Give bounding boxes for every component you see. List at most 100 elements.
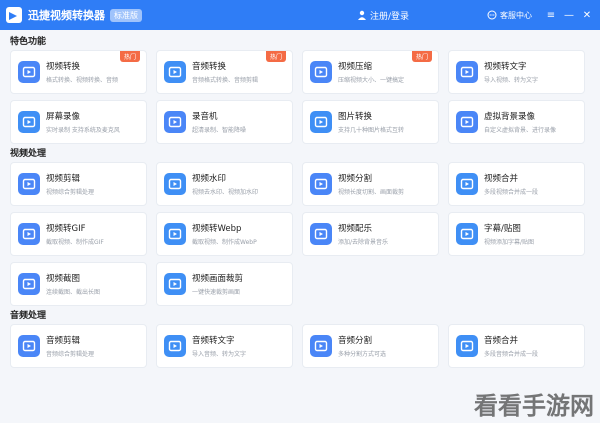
feature-title: 视频配乐 (338, 224, 373, 234)
app-logo-icon (6, 7, 22, 23)
menu-icon[interactable]: ≡ (544, 8, 558, 22)
feature-title: 音频分割 (338, 336, 373, 346)
feature-card[interactable]: 音频转文字 导入音频、转为文字 (156, 324, 293, 368)
feature-desc: 连续截图、截出长图 (46, 289, 101, 296)
watermark-text: 看看手游网 (474, 391, 594, 420)
feature-card[interactable]: 视频截图连续截图、截出长图 (10, 262, 147, 306)
feature-text: 视频配乐添加/去除背景音乐 (338, 222, 388, 246)
feature-grid: 视频剪辑视频综合剪辑处理 视频水印 视频去水印、视频加水印 视频分割视频长度切割、画面… (10, 162, 590, 306)
minimize-icon[interactable]: — (562, 8, 576, 22)
feature-title: 视频转GIF (46, 224, 86, 234)
feature-card[interactable]: 音频合并 多段音频合并成一段 (448, 324, 585, 368)
feature-title: 视频剪辑 (46, 174, 81, 184)
audio-merge-icon (456, 335, 478, 357)
feature-card[interactable]: 音频剪辑音频综合剪辑处理 (10, 324, 147, 368)
hot-badge: 热门 (265, 51, 286, 62)
video-merge-icon (456, 173, 478, 195)
user-icon (357, 10, 366, 20)
feature-title: 视频分割 (338, 174, 373, 184)
feature-desc: 格式转换、视频转换、音频 (46, 77, 119, 84)
feature-title: 视频水印 (192, 174, 227, 184)
chat-icon (487, 10, 497, 20)
feature-desc: 截取视频、制作成GIF (46, 239, 104, 246)
feature-title: 虚拟背景录像 (484, 112, 536, 122)
feature-desc: 一键快速裁剪画面 (192, 289, 241, 296)
edition-badge: 标准版 (110, 8, 142, 22)
feature-text: 视频水印 视频去水印、视频加水印 (192, 172, 258, 196)
feature-title: 音频转文字 (192, 336, 235, 346)
feature-card[interactable]: 字幕/贴图 视频添加字幕/贴图 (448, 212, 585, 256)
feature-card[interactable]: 录音机 超清录制、智能降噪 (156, 100, 293, 144)
feature-text: 视频画面裁剪 一键快速裁剪画面 (192, 272, 243, 296)
feature-card[interactable]: 音频分割 多种分割方式可选 (302, 324, 439, 368)
feature-card[interactable]: 虚拟背景录像自定义虚拟背景、进行录像 (448, 100, 585, 144)
recorder-icon (164, 111, 186, 133)
feature-title: 视频转换 (46, 62, 81, 72)
feature-title: 图片转换 (338, 112, 373, 122)
feature-card[interactable]: 视频剪辑视频综合剪辑处理 (10, 162, 147, 206)
feature-desc: 超清录制、智能降噪 (192, 127, 247, 134)
feature-title: 视频合并 (484, 174, 519, 184)
feature-text: 视频剪辑视频综合剪辑处理 (46, 172, 94, 196)
audio-split-icon (310, 335, 332, 357)
feature-title: 视频截图 (46, 274, 81, 284)
video-convert-icon (18, 61, 40, 83)
feature-card[interactable]: 视频合并多段视频合并成一段 (448, 162, 585, 206)
video-split-icon (310, 173, 332, 195)
support-button[interactable]: 客服中心 (487, 10, 532, 21)
feature-desc: 视频长度切割、画面裁剪 (338, 189, 405, 196)
feature-card[interactable]: 图片转换支持几十种图片格式互转 (302, 100, 439, 144)
feature-card[interactable]: 音频转换 音频格式转换、音频剪辑 热门 (156, 50, 293, 94)
feature-text: 音频转换 音频格式转换、音频剪辑 (192, 60, 258, 84)
feature-card[interactable]: 屏幕录像 实时录制 支持系统及麦克风 (10, 100, 147, 144)
app-window: 迅捷视频转换器 标准版 注册/登录 客服中心 ≡ — ✕ 特色功能 视频转换 格式转… (0, 0, 600, 423)
watermark-icon (164, 173, 186, 195)
feature-desc: 添加/去除背景音乐 (338, 239, 389, 246)
hot-badge: 热门 (411, 51, 432, 62)
feature-title: 视频画面裁剪 (192, 274, 244, 284)
feature-desc: 视频综合剪辑处理 (46, 189, 95, 196)
support-label: 客服中心 (500, 10, 532, 20)
feature-desc: 自定义虚拟背景、进行录像 (484, 127, 557, 134)
feature-text: 音频转文字 导入音频、转为文字 (192, 334, 246, 358)
feature-desc: 音频综合剪辑处理 (46, 351, 95, 358)
feature-text: 音频分割 多种分割方式可选 (338, 334, 386, 358)
feature-desc: 压缩视频大小、一键搞定 (338, 77, 405, 84)
feature-desc: 支持几十种图片格式互转 (338, 127, 405, 134)
feature-desc: 多段视频合并成一段 (484, 189, 539, 196)
feature-card[interactable]: 视频转Webp 截取视频、制作成WebP (156, 212, 293, 256)
feature-text: 字幕/贴图 视频添加字幕/贴图 (484, 222, 534, 246)
feature-card[interactable]: 视频压缩 压缩视频大小、一键搞定 热门 (302, 50, 439, 94)
audio-convert-icon (164, 61, 186, 83)
login-button[interactable]: 注册/登录 (357, 9, 409, 22)
feature-card[interactable]: 视频分割视频长度切割、画面裁剪 (302, 162, 439, 206)
section-title: 音频处理 (10, 311, 47, 321)
feature-text: 视频截图连续截图、截出长图 (46, 272, 100, 296)
feature-title: 字幕/贴图 (484, 224, 521, 234)
feature-text: 虚拟背景录像自定义虚拟背景、进行录像 (484, 110, 556, 134)
close-icon[interactable]: ✕ (580, 8, 594, 22)
video-compress-icon (310, 61, 332, 83)
feature-desc: 实时录制 支持系统及麦克风 (46, 127, 120, 134)
feature-card[interactable]: 视频水印 视频去水印、视频加水印 (156, 162, 293, 206)
app-title: 迅捷视频转换器 (28, 9, 105, 22)
feature-text: 音频合并 多段音频合并成一段 (484, 334, 538, 358)
crop-icon (164, 273, 186, 295)
feature-text: 录音机 超清录制、智能降噪 (192, 110, 246, 134)
feature-title: 视频转Webp (192, 224, 242, 234)
feature-title: 音频剪辑 (46, 336, 81, 346)
feature-card[interactable]: 视频转GIF 截取视频、制作成GIF (10, 212, 147, 256)
feature-card[interactable]: 视频画面裁剪 一键快速裁剪画面 (156, 262, 293, 306)
feature-card[interactable]: 视频配乐添加/去除背景音乐 (302, 212, 439, 256)
audio-edit-icon (18, 335, 40, 357)
feature-grid: 视频转换 格式转换、视频转换、音频 热门 音频转换 音频格式转换、音频剪辑 热门 视频压缩压… (10, 50, 590, 144)
image-convert-icon (310, 111, 332, 133)
virtual-bg-icon (456, 111, 478, 133)
feature-text: 视频转GIF 截取视频、制作成GIF (46, 222, 104, 246)
video-to-text-icon (456, 61, 478, 83)
feature-card[interactable]: 视频转文字 导入视频、转为文字 (448, 50, 585, 94)
feature-text: 屏幕录像 实时录制 支持系统及麦克风 (46, 110, 120, 134)
feature-card[interactable]: 视频转换 格式转换、视频转换、音频 热门 (10, 50, 147, 94)
screen-record-icon (18, 111, 40, 133)
video-edit-icon (18, 173, 40, 195)
